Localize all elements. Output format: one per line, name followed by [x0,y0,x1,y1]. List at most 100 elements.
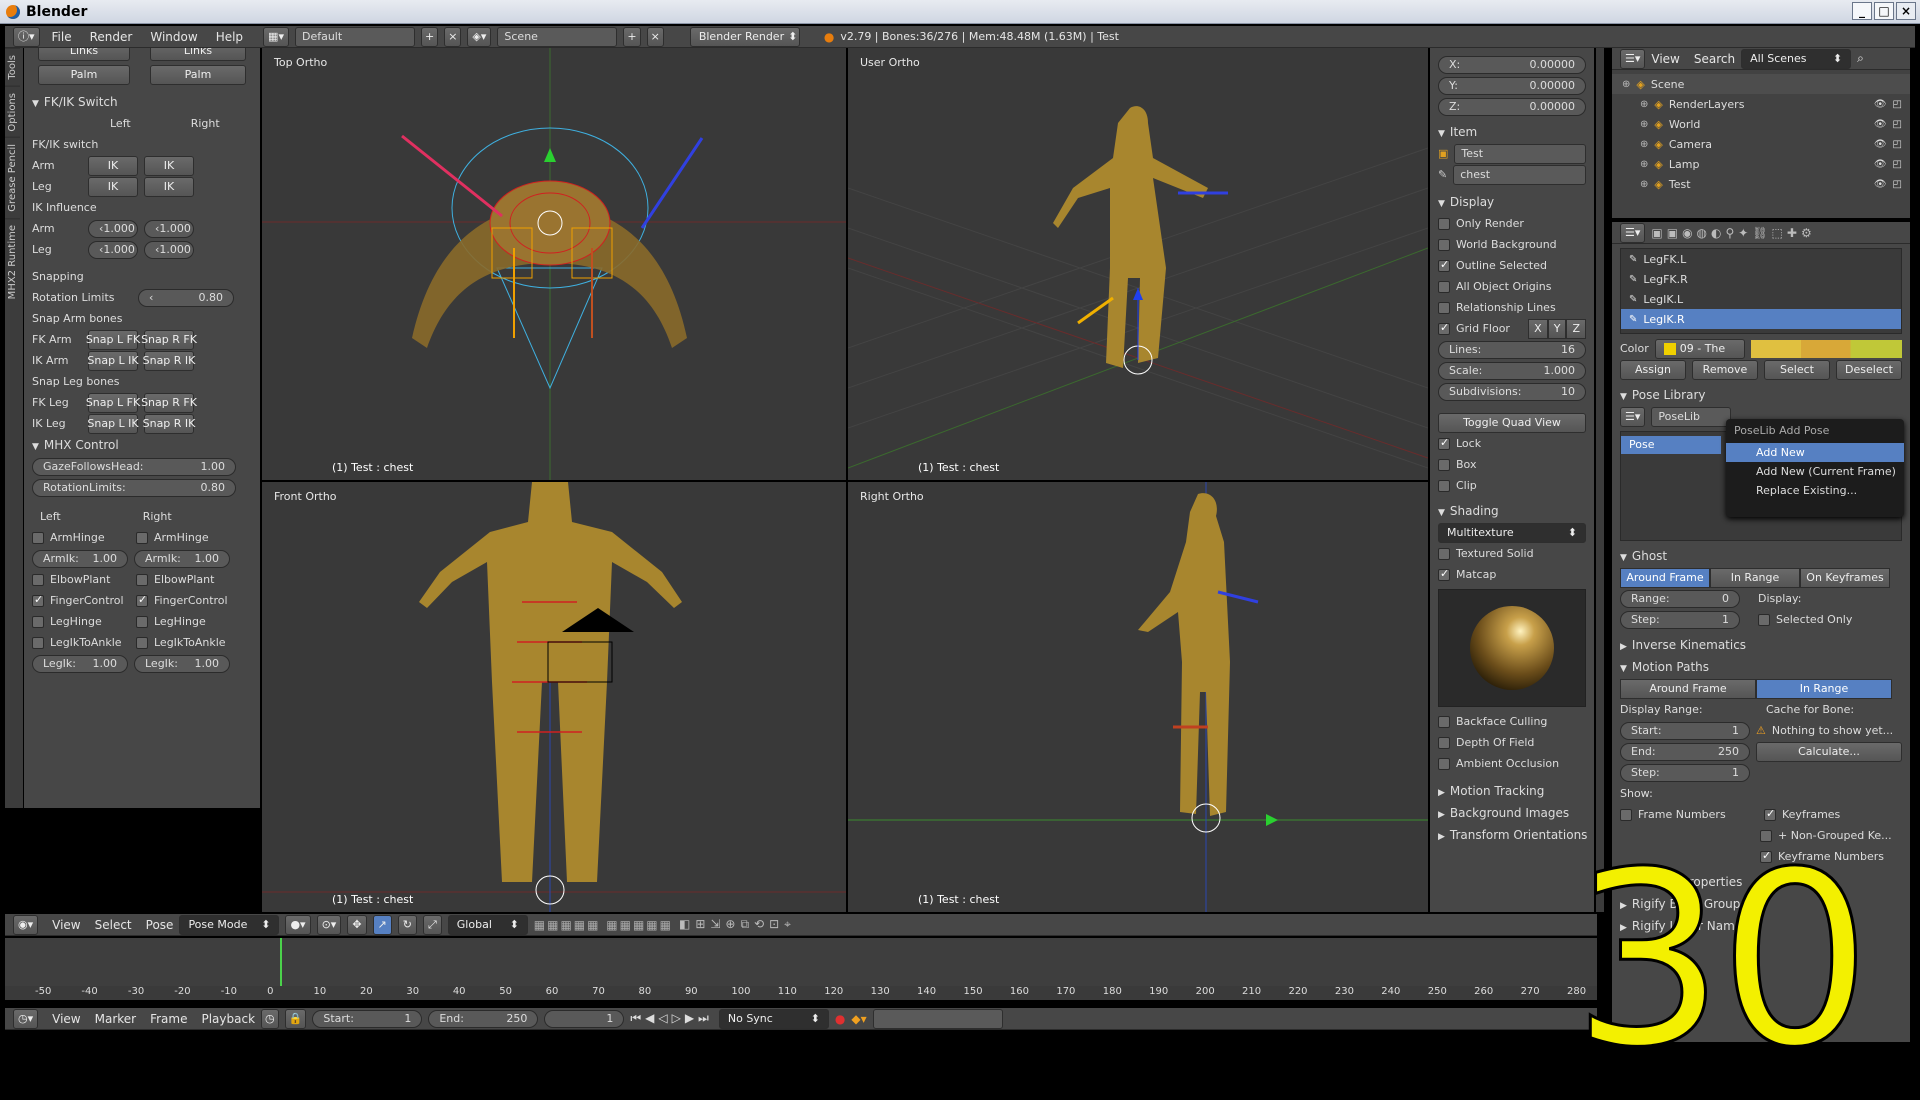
toggle-quad-view-button[interactable]: Toggle Quad View [1438,412,1586,433]
leghinge-right-checkbox[interactable] [136,615,148,628]
influence-arm-right-field[interactable]: ‹ 1.000 [144,219,194,238]
render-camera-icon[interactable]: ◰ [1893,139,1902,150]
header-tool-icons[interactable]: ◧⊞⇲⊕⧉⟲⊡⌖ [679,917,796,932]
outliner-expand-icon[interactable]: ⊕ [1640,119,1648,130]
legiktoankle-right-checkbox[interactable] [136,636,148,649]
depth-of-field-checkbox[interactable] [1438,736,1450,749]
outliner-item[interactable]: ⊕ ◈ RenderLayers 👁 ◰ [1612,94,1910,114]
timeline-editor-icon[interactable]: ◷▾ [13,1008,39,1029]
add-layout-button[interactable]: + [420,26,439,47]
outliner-expand-icon[interactable]: ⊕ [1622,79,1630,90]
outliner-expand-icon[interactable]: ⊕ [1640,179,1648,190]
view-menu[interactable]: View [52,918,80,932]
grid-axis-y-toggle[interactable]: Y [1547,318,1567,339]
display-panel-header[interactable]: ▼ Display [1430,191,1594,213]
armik-left-field[interactable]: ArmIk: 1.00 [32,549,128,568]
properties-editor-icon[interactable]: ☰▾ [1620,222,1646,243]
close-button[interactable]: × [1896,2,1916,20]
fkik-arm-right-button[interactable]: IK [144,155,194,176]
all-object-origins-checkbox[interactable] [1438,280,1450,293]
snap-fk-leg-left-button[interactable]: Snap L FK [86,392,140,413]
object-name-field[interactable]: Test [1454,143,1586,164]
deselect-button[interactable]: Deselect [1836,359,1902,380]
record-icon[interactable]: ● [835,1012,845,1026]
visibility-eye-icon[interactable]: 👁 [1874,119,1887,130]
shelf-scrollbar[interactable] [1596,48,1604,912]
motion-tab-in-range[interactable]: In Range [1756,678,1892,699]
relationship-lines-checkbox[interactable] [1438,301,1450,314]
snap-fk-arm-right-button[interactable]: Snap R FK [141,329,197,350]
remove-layout-button[interactable]: × [444,26,462,47]
bone-name-field[interactable]: chest [1453,164,1586,185]
scene-icon[interactable]: ◈▾ [467,26,492,47]
influence-arm-left-field[interactable]: ‹ 1.000 [88,219,138,238]
snap-fk-leg-right-button[interactable]: Snap R FK [141,392,197,413]
outliner-search-menu[interactable]: Search [1694,52,1735,66]
outliner-expand-icon[interactable]: ⊕ [1640,139,1648,150]
outliner-expand-icon[interactable]: ⊕ [1640,159,1648,170]
timeline-area[interactable] [5,938,1597,1000]
scene-field[interactable]: Scene [497,26,618,47]
scale-icon[interactable]: ⤢ [422,914,442,935]
layer-buttons[interactable]: ▦▦▦▦▦ ▦▦▦▦▦ [534,918,673,932]
timeline-view-menu[interactable]: View [52,1012,80,1026]
bone-group-item[interactable]: ✎ LegIK.L [1621,289,1901,309]
add-new-current-frame-menu-item[interactable]: Add New (Current Frame) [1726,462,1904,481]
preview-range-icon[interactable]: ◷ [261,1008,279,1029]
matcap-preview[interactable] [1438,589,1586,707]
playback-controls[interactable]: ⏮◀◁▷▶⏭ [630,1011,713,1026]
screen-layout-icon[interactable]: ▦▾ [263,26,289,47]
ghost-step-field[interactable]: Step: 1 [1620,610,1740,629]
legiktoankle-left-checkbox[interactable] [32,636,44,649]
add-new-menu-item[interactable]: Add New [1726,443,1904,462]
leghinge-left-checkbox[interactable] [32,615,44,628]
replace-existing-menu-item[interactable]: Replace Existing... [1726,481,1904,500]
menu-window[interactable]: Window [150,30,197,44]
shading-mode-dropdown[interactable]: Multitexture ⬍ [1438,522,1586,543]
influence-leg-left-field[interactable]: ‹ 1.000 [88,240,138,259]
keyframes-checkbox[interactable] [1764,807,1776,821]
visibility-eye-icon[interactable]: 👁 [1874,179,1887,190]
elbowplant-left-checkbox[interactable] [32,573,44,586]
ghost-range-field[interactable]: Range: 0 [1620,589,1740,608]
pose-menu[interactable]: Pose [146,918,174,932]
snap-ik-arm-left-button[interactable]: Snap L IK [87,350,139,371]
viewport-front[interactable]: Front Ortho (1) Test : chest [262,482,846,912]
ambient-occlusion-checkbox[interactable] [1438,757,1450,770]
gaze-follows-head-field[interactable]: GazeFollowsHead: 1.00 [32,457,236,476]
fingercontrol-right-checkbox[interactable] [136,593,148,607]
tab-tools[interactable]: Tools [5,48,20,86]
rotation-limits-slider[interactable]: RotationLimits: 0.80 [32,478,236,497]
ghost-tab-on-keyframes[interactable]: On Keyframes [1800,567,1890,588]
armhinge-right-checkbox[interactable] [136,531,148,544]
motion-tracking-header[interactable]: ▶ Motion Tracking [1430,780,1594,802]
maximize-button[interactable]: □ [1874,2,1894,20]
select-button[interactable]: Select [1764,359,1830,380]
minimize-button[interactable]: _ [1852,2,1872,20]
snap-ik-arm-right-button[interactable]: Snap R IK [143,350,195,371]
transform-orientations-header[interactable]: ▶ Transform Orientations [1430,824,1594,846]
clip-checkbox[interactable] [1438,479,1450,492]
sync-dropdown[interactable]: No Sync ⬍ [718,1008,829,1029]
menu-render[interactable]: Render [90,30,133,44]
legik-left-field[interactable]: LegIk: 1.00 [32,654,128,673]
motion-end-field[interactable]: End: 250 [1620,742,1750,761]
outliner-item[interactable]: ⊕ ◈ Scene [1612,74,1910,94]
pose-item[interactable]: Pose [1621,436,1721,454]
motion-step-field[interactable]: Step: 1 [1620,763,1750,782]
world-background-checkbox[interactable] [1438,238,1450,251]
tab-grease-pencil[interactable]: Grease Pencil [5,137,20,218]
fkik-panel-header[interactable]: ▼ FK/IK Switch [24,91,260,113]
render-camera-icon[interactable]: ◰ [1893,159,1902,170]
item-panel-header[interactable]: ▼ Item [1430,121,1594,143]
timeline-start-field[interactable]: Start: 1 [312,1009,423,1028]
viewport-shading-icon[interactable]: ●▾ [285,914,311,935]
viewport-top[interactable]: Top Ortho (1) Test : chest [262,48,846,480]
select-menu[interactable]: Select [95,918,132,932]
assign-button[interactable]: Assign [1620,359,1686,380]
grid-lines-field[interactable]: Lines: 16 [1438,340,1586,359]
current-frame-field[interactable]: 1 [544,1009,625,1028]
outliner-item[interactable]: ⊕ ◈ World 👁 ◰ [1612,114,1910,134]
matcap-checkbox[interactable] [1438,567,1450,581]
orientation-dropdown[interactable]: Global ⬍ [447,914,528,935]
